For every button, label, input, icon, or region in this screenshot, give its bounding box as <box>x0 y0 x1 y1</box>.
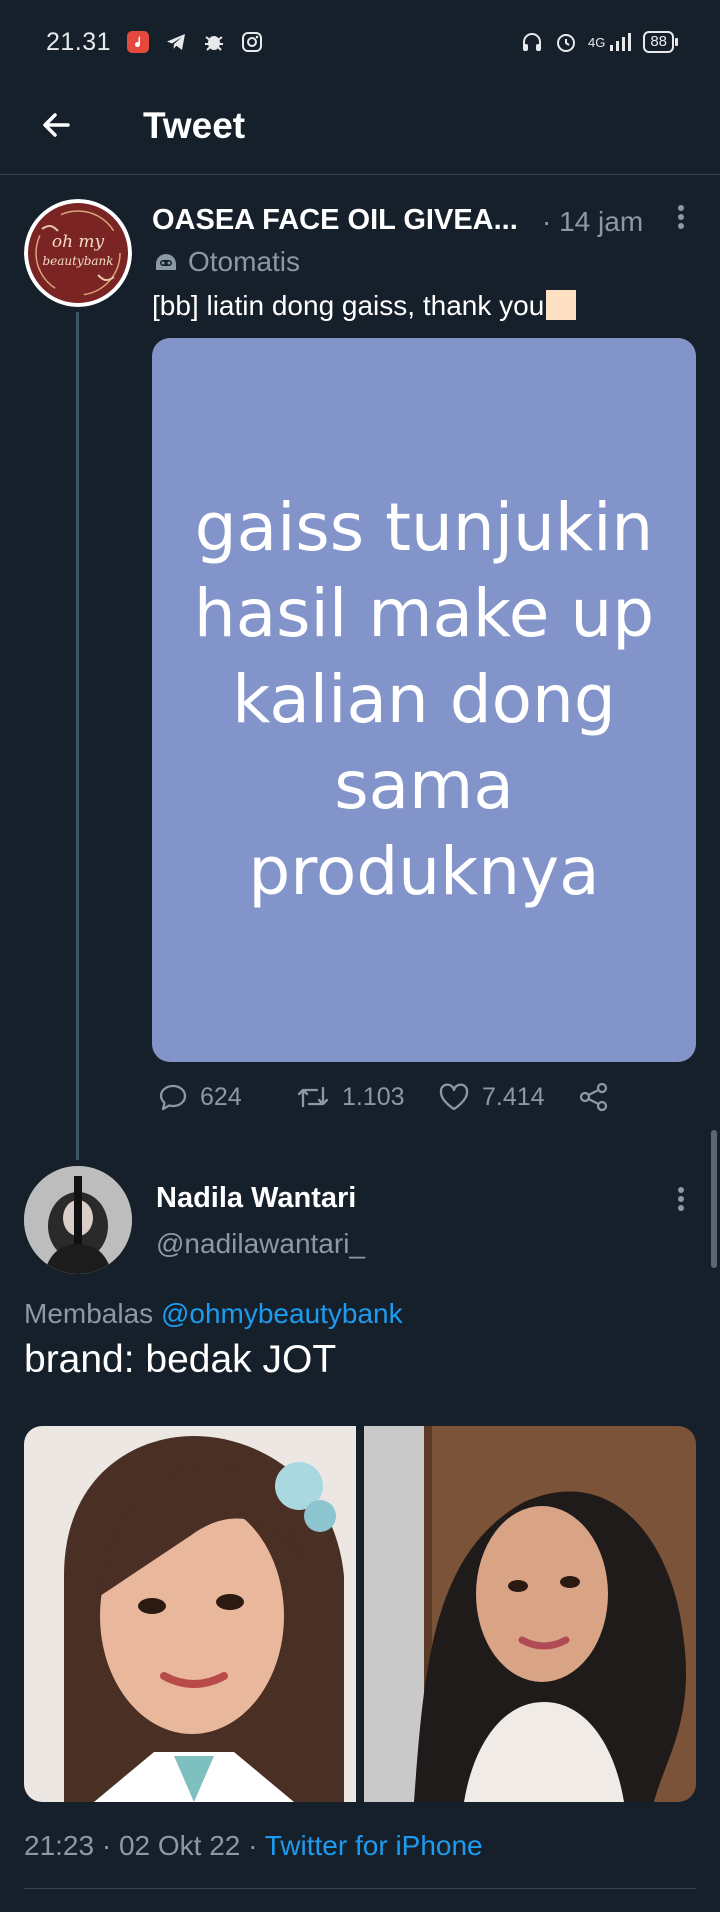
reply-author-handle[interactable]: @nadilawantari_ <box>156 1228 365 1260</box>
beautybank-logo: oh my beautybank <box>24 199 132 307</box>
replying-to-link[interactable]: @ohmybeautybank <box>161 1298 403 1329</box>
telegram-icon <box>164 30 188 54</box>
automated-label-text: Otomatis <box>188 246 301 277</box>
back-button[interactable] <box>34 103 78 147</box>
network-type: 4G <box>587 34 606 50</box>
author-avatar[interactable]: oh my beautybank <box>24 199 132 307</box>
reply-button[interactable]: 624 <box>158 1082 242 1112</box>
tweet-actions: 624 1.103 7.414 <box>152 1082 622 1126</box>
divider <box>24 1888 696 1889</box>
automated-account-label: Otomatis <box>152 246 300 278</box>
share-button[interactable] <box>578 1082 610 1112</box>
page-title: Tweet <box>143 105 246 146</box>
reply-icon <box>159 1084 187 1111</box>
retweet-icon <box>297 1086 329 1108</box>
replying-to-line: Membalas @ohmybeautybank <box>24 1298 403 1330</box>
robot-icon <box>156 254 176 270</box>
bug-icon <box>202 30 226 54</box>
more-vertical-icon <box>678 205 684 229</box>
status-bar: 21.31 4G 88 <box>0 0 720 88</box>
scrollbar-thumb[interactable] <box>711 1130 717 1268</box>
replying-prefix: Membalas <box>24 1298 154 1329</box>
tweet-more-button[interactable] <box>666 202 696 232</box>
reply-more-button[interactable] <box>666 1184 696 1214</box>
tweet-media-image[interactable]: gaiss tunjukin hasil make up kalian dong… <box>152 338 696 1062</box>
author-name[interactable]: OASEA FACE OIL GIVEA... <box>152 204 522 237</box>
share-icon <box>579 1082 608 1112</box>
reply-timestamp: 21:23 · 02 Okt 22 · <box>24 1830 258 1861</box>
retweet-count: 1.103 <box>342 1082 405 1111</box>
tweet-text: [bb] liatin dong gaiss, thank you <box>152 290 577 322</box>
instagram-icon <box>240 30 264 54</box>
like-count: 7.414 <box>482 1082 545 1111</box>
svg-text:oh my: oh my <box>52 232 105 252</box>
media-caption-text: gaiss tunjukin hasil make up kalian dong… <box>193 489 655 910</box>
portrait-photo-1 <box>24 1426 356 1802</box>
portrait-photo-2 <box>364 1426 696 1802</box>
like-button[interactable]: 7.414 <box>438 1082 545 1112</box>
system-icons: 4G 88 <box>520 30 678 54</box>
reply-photo-left[interactable] <box>24 1426 356 1802</box>
battery-indicator: 88 <box>643 31 678 53</box>
reply-timestamp-line: 21:23 · 02 Okt 22 · Twitter for iPhone <box>24 1830 483 1862</box>
thread-connector-line <box>76 312 79 1160</box>
more-vertical-icon <box>678 1187 684 1211</box>
reply-text: brand: bedak JOT <box>24 1338 337 1381</box>
alarm-icon <box>554 30 578 54</box>
reply-count: 624 <box>200 1082 242 1111</box>
status-time: 21.31 <box>46 28 112 56</box>
tweet-source-link[interactable]: Twitter for iPhone <box>265 1830 483 1861</box>
svg-text:beautybank: beautybank <box>42 254 113 268</box>
reply-avatar-photo <box>24 1166 132 1274</box>
notification-icons <box>126 30 264 54</box>
emoji-placeholder <box>546 290 577 320</box>
reply-author-avatar[interactable] <box>24 1166 132 1274</box>
tweet-time-ago: · 14 jam <box>542 206 644 237</box>
heart-icon <box>439 1083 469 1111</box>
reply-photo-right[interactable] <box>364 1426 696 1802</box>
tweet-text-content: [bb] liatin dong gaiss, thank you <box>152 290 545 321</box>
top-app-bar: Tweet <box>0 88 720 175</box>
music-app-icon <box>126 30 150 54</box>
retweet-button[interactable]: 1.103 <box>296 1082 405 1112</box>
reply-author-name[interactable]: Nadila Wantari <box>156 1182 356 1215</box>
signal-icon <box>609 30 633 54</box>
headphones-icon <box>520 30 544 54</box>
arrow-left-icon <box>43 113 70 137</box>
